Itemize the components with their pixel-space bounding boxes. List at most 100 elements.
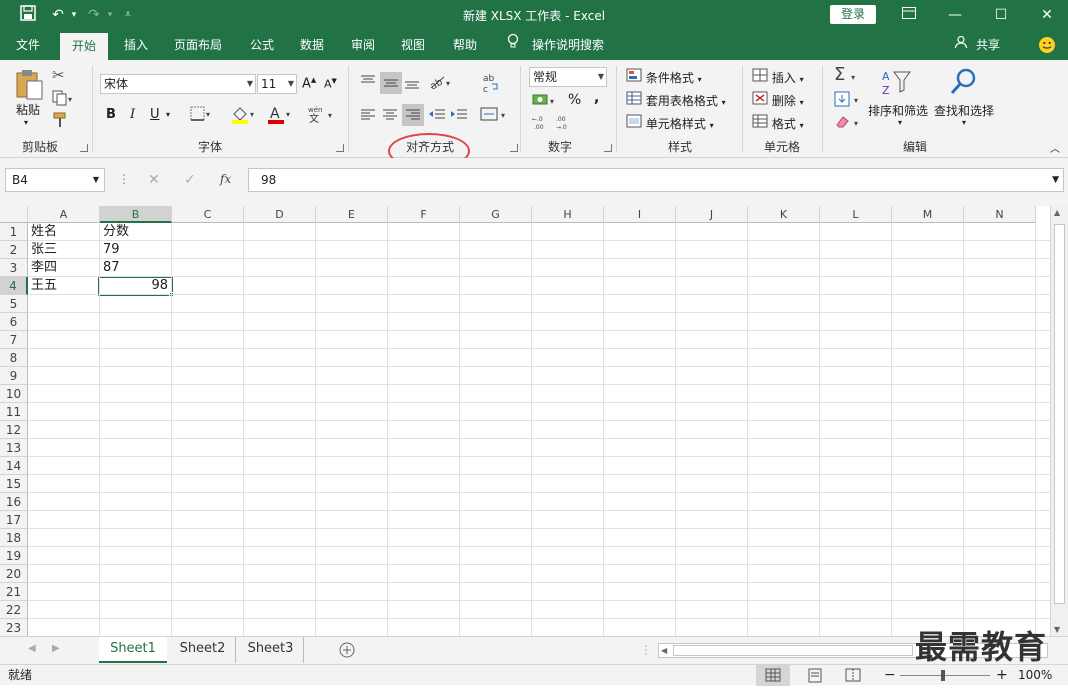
scroll-left-icon[interactable]: ◀ <box>661 644 667 657</box>
find-select-button[interactable]: 查找和选择 <box>934 102 994 119</box>
tab-page-layout[interactable]: 页面布局 <box>166 30 230 60</box>
autosum-icon[interactable]: Σ ▾ <box>834 64 855 85</box>
underline-button[interactable]: U <box>150 107 160 122</box>
share-button[interactable]: 共享 <box>972 30 1004 60</box>
paste-label[interactable]: 粘贴 <box>16 101 40 118</box>
column-header-k[interactable]: K <box>748 206 820 223</box>
column-header-c[interactable]: C <box>172 206 244 223</box>
number-launcher-icon[interactable] <box>604 144 612 152</box>
middle-align-icon[interactable] <box>380 72 402 94</box>
comma-style-button[interactable]: , <box>594 90 599 106</box>
orientation-icon[interactable]: ab▾ <box>428 74 454 93</box>
font-name-select[interactable]: 宋体 ▼ <box>100 74 256 94</box>
format-cells-button[interactable]: 格式 ▾ <box>752 114 804 132</box>
prev-sheet-icon[interactable]: ◀ <box>28 643 36 654</box>
next-sheet-icon[interactable]: ▶ <box>52 643 60 654</box>
number-format-select[interactable]: 常规 ▼ <box>529 67 607 87</box>
fill-icon[interactable]: ▾ <box>834 91 864 110</box>
tab-home[interactable]: 开始 <box>60 33 108 60</box>
tell-me-search[interactable]: 操作说明搜索 <box>526 30 610 60</box>
alignment-launcher-icon[interactable] <box>510 144 518 152</box>
underline-dropdown-icon[interactable]: ▾ <box>166 110 170 119</box>
cell-A2[interactable]: 张三 <box>28 241 100 259</box>
column-header-j[interactable]: J <box>676 206 748 223</box>
bottom-align-icon[interactable] <box>404 74 420 95</box>
row-header-5[interactable]: 5 <box>0 295 28 313</box>
phonetic-guide-icon[interactable]: wén 文 ▾ <box>306 104 336 127</box>
sort-filter-icon[interactable]: AZ <box>880 68 914 101</box>
format-as-table-button[interactable]: 套用表格格式 ▾ <box>626 91 726 109</box>
column-header-l[interactable]: L <box>820 206 892 223</box>
format-painter-icon[interactable] <box>52 112 68 131</box>
row-header-17[interactable]: 17 <box>0 511 28 529</box>
normal-view-button[interactable] <box>756 665 790 686</box>
scroll-thumb[interactable] <box>673 645 913 656</box>
column-header-n[interactable]: N <box>964 206 1036 223</box>
align-right-icon[interactable] <box>402 104 424 126</box>
ribbon-display-options-icon[interactable] <box>886 0 932 30</box>
column-header-b[interactable]: B <box>100 206 172 223</box>
column-header-m[interactable]: M <box>892 206 964 223</box>
sheet-tab-sheet1[interactable]: Sheet1 <box>99 637 167 663</box>
row-header-13[interactable]: 13 <box>0 439 28 457</box>
add-sheet-icon[interactable] <box>338 641 356 662</box>
cell-A4[interactable]: 王五 <box>28 277 100 295</box>
percent-style-button[interactable]: % <box>568 92 581 108</box>
vertical-scrollbar[interactable]: ▲ ▼ <box>1050 206 1068 636</box>
paste-dropdown-icon[interactable]: ▾ <box>24 118 28 127</box>
column-header-e[interactable]: E <box>316 206 388 223</box>
column-header-h[interactable]: H <box>532 206 604 223</box>
delete-cells-button[interactable]: 删除 ▾ <box>752 91 804 109</box>
worksheet-grid[interactable]: 姓名 分数 张三 79 李四 87 王五 98 ABCDEFGHIJKLMN12… <box>0 206 1050 636</box>
cell-B3[interactable]: 87 <box>100 259 172 277</box>
page-break-view-button[interactable] <box>836 665 870 686</box>
chevron-down-icon[interactable]: ▾ <box>898 118 902 127</box>
clipboard-launcher-icon[interactable] <box>80 144 88 152</box>
scroll-thumb[interactable] <box>1054 224 1065 604</box>
select-all-corner[interactable] <box>0 206 28 223</box>
cancel-entry-icon[interactable]: ✕ <box>148 172 160 188</box>
minimize-button[interactable]: — <box>932 0 978 30</box>
cell-styles-button[interactable]: 单元格样式 ▾ <box>626 114 714 132</box>
row-header-1[interactable]: 1 <box>0 223 28 241</box>
row-header-21[interactable]: 21 <box>0 583 28 601</box>
font-size-select[interactable]: 11 ▼ <box>257 74 297 94</box>
row-header-19[interactable]: 19 <box>0 547 28 565</box>
chevron-down-icon[interactable]: ▾ <box>962 118 966 127</box>
sort-filter-button[interactable]: 排序和筛选 <box>868 102 928 119</box>
fill-color-icon[interactable]: ▾ <box>230 104 256 127</box>
row-header-9[interactable]: 9 <box>0 367 28 385</box>
formula-input[interactable]: 98 ▼ <box>248 168 1064 192</box>
tab-insert[interactable]: 插入 <box>114 30 158 60</box>
zoom-slider[interactable] <box>900 675 990 676</box>
paste-button[interactable] <box>14 68 44 103</box>
cell-B4[interactable]: 98 <box>98 276 173 296</box>
row-header-14[interactable]: 14 <box>0 457 28 475</box>
align-center-icon[interactable] <box>382 108 398 125</box>
increase-indent-icon[interactable] <box>450 108 468 125</box>
page-layout-view-button[interactable] <box>798 665 832 686</box>
column-header-a[interactable]: A <box>28 206 100 223</box>
row-header-22[interactable]: 22 <box>0 601 28 619</box>
row-header-10[interactable]: 10 <box>0 385 28 403</box>
insert-function-button[interactable]: fx <box>220 172 231 186</box>
column-header-f[interactable]: F <box>388 206 460 223</box>
font-color-icon[interactable]: A ▾ <box>266 104 292 127</box>
row-header-8[interactable]: 8 <box>0 349 28 367</box>
tab-view[interactable]: 视图 <box>391 30 435 60</box>
login-button[interactable]: 登录 <box>830 5 876 24</box>
cell-B1[interactable]: 分数 <box>100 223 172 241</box>
decrease-decimal-icon[interactable]: .00 →.0 <box>556 114 576 133</box>
cell-A1[interactable]: 姓名 <box>28 223 100 241</box>
row-header-12[interactable]: 12 <box>0 421 28 439</box>
wrap-text-icon[interactable]: ab c <box>482 72 500 97</box>
sheet-tab-sheet3[interactable]: Sheet3 <box>238 637 304 663</box>
align-left-icon[interactable] <box>360 108 376 125</box>
decrease-indent-icon[interactable] <box>428 108 446 125</box>
row-header-4[interactable]: 4 <box>0 277 28 295</box>
conditional-formatting-button[interactable]: 条件格式 ▾ <box>626 68 702 86</box>
zoom-out-icon[interactable]: − <box>884 665 896 686</box>
row-header-15[interactable]: 15 <box>0 475 28 493</box>
column-header-d[interactable]: D <box>244 206 316 223</box>
tab-formulas[interactable]: 公式 <box>240 30 284 60</box>
